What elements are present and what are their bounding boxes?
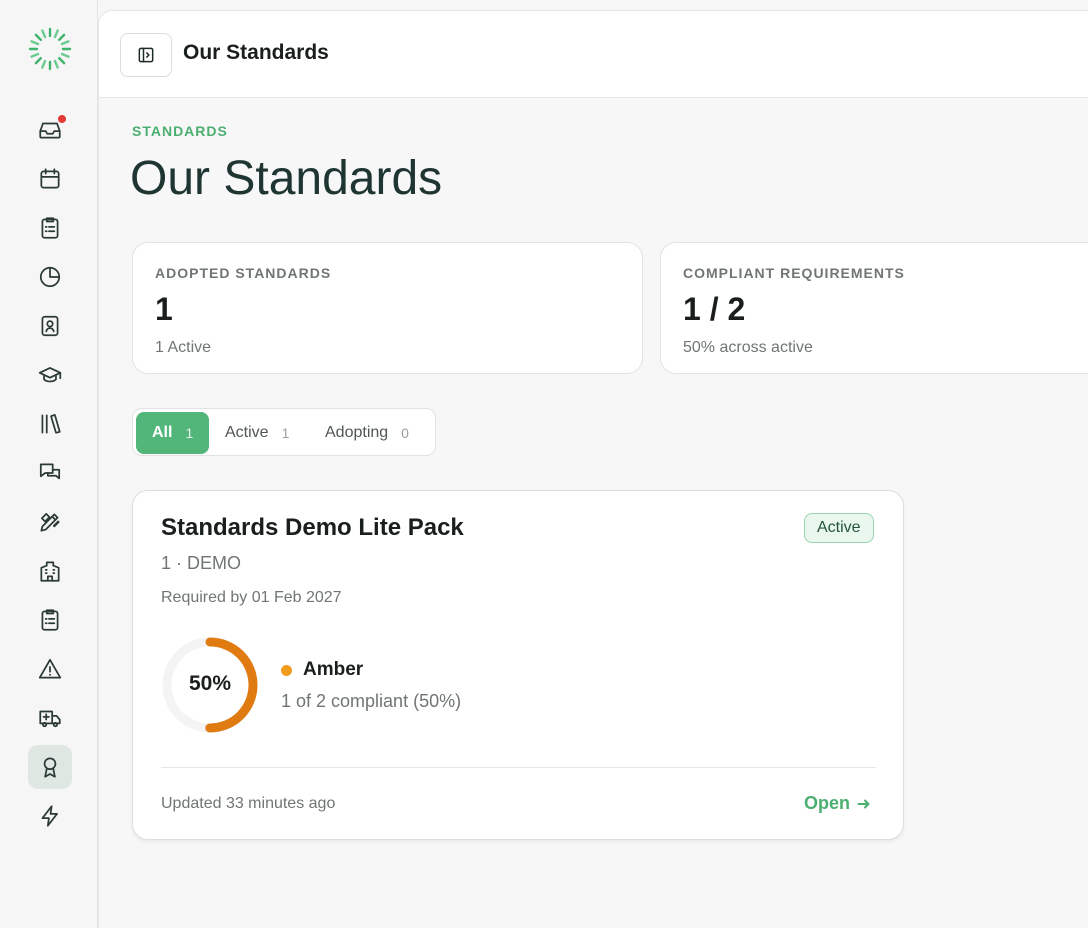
open-label: Open	[804, 793, 851, 813]
toggle-sidebar-button[interactable]	[120, 33, 172, 77]
header-title: Our Standards	[183, 41, 329, 64]
building-icon	[40, 561, 60, 582]
sidebar-item-incidents[interactable]	[28, 647, 72, 691]
stat-label: COMPLIANT REQUIREMENTS	[683, 265, 905, 281]
checklist-icon	[41, 217, 59, 239]
rating-dot	[281, 665, 292, 676]
stat-card-compliant: COMPLIANT REQUIREMENTS 1 / 2 50% across …	[660, 242, 1088, 374]
sidebar-item-contacts[interactable]	[28, 304, 72, 348]
filter-label: Active	[225, 424, 269, 441]
filter-label: Adopting	[325, 424, 389, 441]
warning-icon	[38, 658, 62, 679]
sidebar-item-library[interactable]	[28, 402, 72, 446]
sidebar-item-first-aid[interactable]	[28, 696, 72, 740]
filter-tab-adopting[interactable]: Adopting 0	[309, 412, 425, 454]
library-icon	[41, 414, 61, 434]
logo-icon[interactable]	[27, 26, 73, 72]
stat-value: 1	[155, 291, 173, 327]
sidebar-item-messages[interactable]	[28, 451, 72, 495]
arrow-right-icon	[857, 799, 870, 808]
stat-subtext: 1 Active	[155, 339, 212, 356]
status-badge: Active	[804, 513, 874, 543]
sidebar-item-checklist[interactable]	[28, 206, 72, 250]
standard-code: 1 · DEMO	[161, 553, 242, 573]
open-standard-link[interactable]: Open	[804, 793, 872, 814]
filter-tabs: All 1 Active 1 Adopting 0	[132, 408, 436, 456]
filter-count: 1	[281, 425, 290, 441]
sidebar-item-calendar[interactable]	[28, 157, 72, 201]
sidebar-item-automations[interactable]	[28, 794, 72, 838]
award-icon	[43, 757, 57, 778]
required-by-date: Required by 01 Feb 2027	[161, 589, 342, 606]
rating-label: Amber	[303, 659, 364, 680]
progress-percent: 50%	[188, 672, 232, 695]
sidebar-toggle-icon	[138, 47, 154, 63]
sidebar-item-inbox[interactable]	[28, 108, 72, 152]
rating-summary: 1 of 2 compliant (50%)	[281, 691, 462, 711]
clipboard-list-icon	[41, 609, 59, 631]
sidebar-item-reports[interactable]	[28, 255, 72, 299]
contact-book-icon	[41, 315, 59, 337]
sidebar-item-buildings[interactable]	[28, 549, 72, 593]
messages-icon	[39, 463, 61, 480]
filter-count: 1	[185, 425, 194, 441]
page-title: Our Standards	[130, 152, 443, 205]
graduation-cap-icon	[38, 367, 62, 383]
standard-title: Standards Demo Lite Pack	[161, 514, 464, 541]
lightning-icon	[41, 805, 58, 827]
card-divider	[161, 767, 876, 768]
filter-tab-all[interactable]: All 1	[136, 412, 210, 454]
sidebar-item-audits[interactable]	[28, 598, 72, 642]
stat-label: ADOPTED STANDARDS	[155, 265, 332, 281]
updated-timestamp: Updated 33 minutes ago	[161, 795, 336, 812]
pie-chart-icon	[39, 266, 61, 288]
filter-count: 0	[401, 425, 409, 441]
standard-card[interactable]: Standards Demo Lite Pack 1 · DEMO Requir…	[132, 490, 904, 840]
sidebar-item-training[interactable]	[28, 353, 72, 397]
stat-subtext: 50% across active	[683, 339, 813, 356]
filter-label: All	[152, 424, 173, 441]
stat-value: 1 / 2	[683, 291, 746, 327]
sidebar-item-standards[interactable]	[28, 745, 72, 789]
sidebar-item-design[interactable]	[28, 500, 72, 544]
section-eyebrow: STANDARDS	[132, 123, 228, 139]
main-content: Our Standards STANDARDS Our Standards AD…	[98, 10, 1088, 928]
sidebar	[0, 0, 98, 928]
notification-badge	[57, 114, 67, 124]
calendar-icon	[40, 168, 60, 189]
top-bar: Our Standards	[99, 11, 1088, 98]
filter-tab-active[interactable]: Active 1	[209, 412, 305, 454]
ambulance-icon	[39, 710, 61, 728]
stat-card-adopted: ADOPTED STANDARDS 1 1 Active	[132, 242, 643, 374]
design-tools-icon	[40, 513, 60, 532]
